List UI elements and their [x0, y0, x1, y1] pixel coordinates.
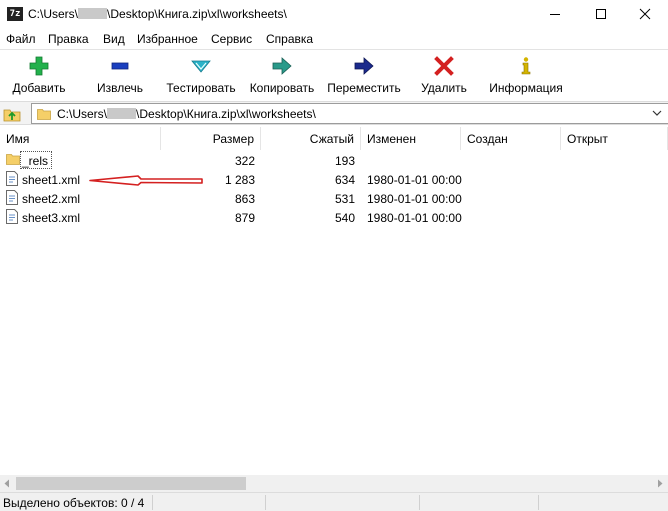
status-divider	[152, 495, 153, 510]
file-name: sheet1.xml	[22, 173, 81, 187]
menu-file[interactable]: Файл	[6, 32, 36, 46]
delete-icon	[434, 56, 454, 76]
status-divider	[265, 495, 266, 510]
file-packed-size: 540	[334, 211, 355, 225]
info-icon	[521, 57, 531, 75]
column-header-packed[interactable]: Сжатый	[261, 127, 361, 150]
copy-button[interactable]: Копировать	[246, 50, 318, 100]
folder-up-icon	[3, 109, 21, 122]
copy-arrow-icon	[272, 57, 292, 75]
extract-button[interactable]: Извлечь	[90, 50, 150, 100]
file-packed-size: 634	[334, 173, 355, 187]
window-title: C:\Users\ \Desktop\Книга.zip\xl\worksheet…	[28, 7, 287, 21]
xml-file-icon	[6, 171, 18, 186]
file-list: Имя Размер Сжатый Изменен Создан Открыт …	[0, 127, 668, 475]
annotation-arrow-icon	[89, 175, 203, 186]
test-button[interactable]: Тестировать	[163, 50, 239, 100]
address-bar: C:\Users\ \Desktop\Книга.zip\xl\worksheet…	[0, 101, 668, 125]
file-size: 322	[234, 154, 255, 168]
menu-help[interactable]: Справка	[266, 32, 313, 46]
file-modified: 1980-01-01 00:00	[367, 192, 462, 206]
file-packed-size: 531	[334, 192, 355, 206]
minimize-button[interactable]	[532, 0, 578, 29]
column-header-created[interactable]: Создан	[461, 127, 561, 150]
maximize-button[interactable]	[578, 0, 624, 29]
list-item[interactable]: sheet2.xml 863 531 1980-01-01 00:00	[0, 189, 668, 208]
status-bar: Выделено объектов: 0 / 4	[0, 492, 668, 511]
redacted-username	[78, 8, 108, 19]
folder-icon	[6, 154, 20, 165]
file-size: 863	[234, 192, 255, 206]
address-input[interactable]: C:\Users\ \Desktop\Книга.zip\xl\worksheet…	[31, 103, 668, 124]
minus-icon	[111, 62, 129, 70]
menu-tools[interactable]: Сервис	[211, 32, 252, 46]
close-icon	[639, 8, 651, 20]
file-size: 879	[234, 211, 255, 225]
7zip-app-icon: 7z	[7, 7, 23, 21]
scrollbar-thumb[interactable]	[16, 477, 246, 490]
plus-icon	[29, 56, 49, 76]
file-packed-size: 193	[334, 154, 355, 168]
redacted-username	[107, 108, 137, 119]
minimize-icon	[550, 14, 560, 15]
maximize-icon	[596, 9, 606, 19]
xml-file-icon	[6, 190, 18, 205]
menu-view[interactable]: Вид	[103, 32, 125, 46]
status-divider	[419, 495, 420, 510]
file-name: sheet2.xml	[22, 192, 81, 206]
menu-edit[interactable]: Правка	[48, 32, 89, 46]
title-bar: 7z C:\Users\ \Desktop\Книга.zip\xl\worksh…	[0, 0, 668, 29]
delete-button[interactable]: Удалить	[414, 50, 474, 100]
toolbar: Добавить Извлечь Тестировать Копировать …	[0, 49, 668, 99]
horizontal-scrollbar[interactable]	[0, 475, 668, 492]
move-button[interactable]: Переместить	[325, 50, 403, 100]
file-name: _rels	[22, 154, 49, 168]
list-item[interactable]: _rels 322 193	[0, 151, 668, 170]
add-button[interactable]: Добавить	[8, 50, 70, 100]
file-modified: 1980-01-01 00:00	[367, 173, 462, 187]
info-button[interactable]: Информация	[484, 50, 568, 100]
file-modified: 1980-01-01 00:00	[367, 211, 462, 225]
file-name: sheet3.xml	[22, 211, 81, 225]
xml-file-icon	[6, 209, 18, 224]
move-arrow-icon	[354, 57, 374, 75]
up-folder-button[interactable]	[3, 105, 21, 122]
selection-status: Выделено объектов: 0 / 4	[3, 496, 145, 510]
column-header-name[interactable]: Имя	[0, 127, 161, 150]
menu-favorites[interactable]: Избранное	[137, 32, 198, 46]
column-header-modified[interactable]: Изменен	[361, 127, 461, 150]
chevron-down-icon[interactable]	[652, 108, 662, 118]
check-icon	[191, 60, 211, 73]
address-path: C:\Users\ \Desktop\Книга.zip\xl\worksheet…	[57, 107, 316, 121]
column-header-accessed[interactable]: Открыт	[561, 127, 668, 150]
column-header-size[interactable]: Размер	[161, 127, 261, 150]
menu-bar: Файл Правка Вид Избранное Сервис Справка	[0, 29, 668, 49]
status-divider	[538, 495, 539, 510]
scroll-left-icon[interactable]	[3, 479, 11, 488]
scroll-right-icon[interactable]	[656, 479, 664, 488]
close-button[interactable]	[622, 0, 668, 29]
list-item[interactable]: sheet3.xml 879 540 1980-01-01 00:00	[0, 208, 668, 227]
folder-icon	[37, 109, 51, 120]
